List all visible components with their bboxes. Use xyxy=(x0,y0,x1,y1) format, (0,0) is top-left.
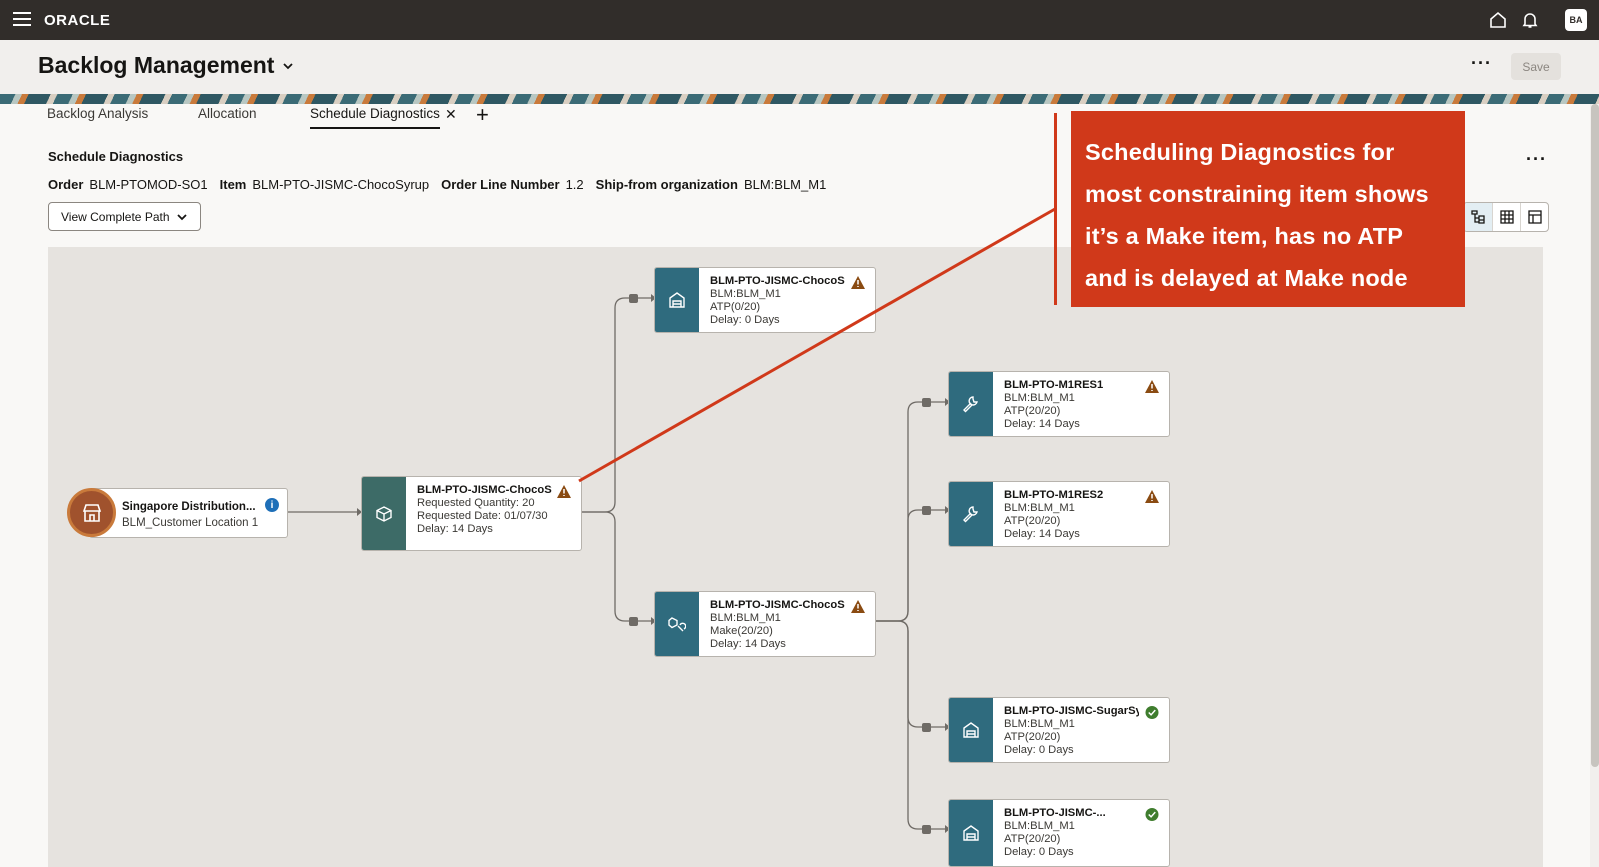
resource-node-2[interactable]: BLM-PTO-M1RES2 BLM:BLM_M1 ATP(20/20) Del… xyxy=(948,481,1170,547)
node-requested-date: Requested Date: 01/07/30 xyxy=(417,510,548,522)
page-more-actions-icon[interactable]: ··· xyxy=(1471,54,1492,72)
view-complete-path-label: View Complete Path xyxy=(61,209,170,224)
warehouse-icon xyxy=(949,800,993,866)
order-line-value: 1.2 xyxy=(565,177,584,192)
warning-icon xyxy=(1145,380,1159,393)
view-toggle-group xyxy=(1463,202,1549,232)
ship-from-org-label: Ship-from organization xyxy=(595,177,738,192)
node-delay: Delay: 0 Days xyxy=(1004,846,1074,858)
callout-bar xyxy=(1054,113,1057,305)
tab-schedule-diagnostics[interactable]: Schedule Diagnostics xyxy=(310,106,440,129)
page-scrollbar[interactable] xyxy=(1591,104,1599,767)
node-org: BLM:BLM_M1 xyxy=(1004,718,1075,730)
node-name: BLM-PTO-M1RES1 xyxy=(1004,379,1104,391)
view-complete-path-select[interactable]: View Complete Path xyxy=(48,202,201,231)
order-details: Order BLM-PTOMOD-SO1 Item BLM-PTO-JISMC-Ch… xyxy=(48,177,826,192)
node-supply: ATP(0/20) xyxy=(710,301,761,313)
node-name: BLM-PTO-M1RES2 xyxy=(1004,489,1104,501)
make-icon xyxy=(655,592,699,656)
node-supply: ATP(20/20) xyxy=(1004,731,1061,743)
warning-icon xyxy=(851,600,865,613)
node-org: BLM:BLM_M1 xyxy=(1004,392,1075,404)
page-title-menu[interactable]: Backlog Management xyxy=(38,52,294,79)
add-tab-icon[interactable]: + xyxy=(476,102,489,128)
top-bar: ORACLE BA xyxy=(0,0,1599,40)
warning-icon xyxy=(1145,490,1159,503)
check-icon xyxy=(1145,808,1159,821)
node-org: BLM:BLM_M1 xyxy=(1004,820,1075,832)
root-item-node[interactable]: BLM-PTO-JISMC-ChocoSyrup Requested Quant… xyxy=(361,476,582,551)
chevron-down-icon xyxy=(283,62,294,69)
section-more-actions-icon[interactable]: ··· xyxy=(1526,150,1547,168)
grid-view-icon[interactable] xyxy=(1520,203,1548,231)
order-label: Order xyxy=(48,177,84,192)
node-name: BLM-PTO-JISMC-... xyxy=(1004,807,1106,819)
node-requested-quantity: Requested Quantity: 20 xyxy=(417,497,535,509)
warehouse-icon xyxy=(655,268,699,332)
wrench-icon xyxy=(949,372,993,436)
home-icon[interactable] xyxy=(1488,10,1508,30)
ship-from-org-value: BLM:BLM_M1 xyxy=(743,177,827,192)
header-banner xyxy=(0,94,1599,104)
check-icon xyxy=(1145,706,1159,719)
notifications-icon[interactable] xyxy=(1520,10,1540,30)
component-node-other[interactable]: BLM-PTO-JISMC-... BLM:BLM_M1 ATP(20/20) … xyxy=(948,799,1170,867)
resource-node-1[interactable]: BLM-PTO-M1RES1 BLM:BLM_M1 ATP(20/20) Del… xyxy=(948,371,1170,437)
page-title: Backlog Management xyxy=(38,52,275,78)
callout-annotation: Scheduling Diagnostics for most constrai… xyxy=(1071,111,1465,307)
component-node-sugar[interactable]: BLM-PTO-JISMC-SugarSyrup BLM:BLM_M1 ATP(… xyxy=(948,697,1170,763)
table-view-icon[interactable] xyxy=(1492,203,1520,231)
node-delay: Delay: 14 Days xyxy=(417,523,493,535)
supply-node-make[interactable]: BLM-PTO-JISMC-ChocoSyrup BLM:BLM_M1 Make… xyxy=(654,591,876,657)
section-title: Schedule Diagnostics xyxy=(48,149,184,164)
oracle-logo[interactable]: ORACLE xyxy=(44,12,110,29)
item-label: Item xyxy=(219,177,247,192)
tab-backlog-analysis[interactable]: Backlog Analysis xyxy=(47,106,148,121)
order-value: BLM-PTOMOD-SO1 xyxy=(89,177,208,192)
warning-icon xyxy=(851,276,865,289)
node-supply: ATP(20/20) xyxy=(1004,405,1061,417)
node-delay: Delay: 0 Days xyxy=(1004,744,1074,756)
node-delay: Delay: 0 Days xyxy=(710,314,780,326)
item-value: BLM-PTO-JISMC-ChocoSyrup xyxy=(252,177,430,192)
customer-name: Singapore Distribution... xyxy=(122,501,256,513)
chevron-down-icon xyxy=(177,213,187,220)
node-delay: Delay: 14 Days xyxy=(1004,418,1080,430)
node-name: BLM-PTO-JISMC-SugarSyrup xyxy=(1004,705,1139,717)
node-delay: Delay: 14 Days xyxy=(710,638,786,650)
save-button[interactable]: Save xyxy=(1511,53,1561,80)
package-icon xyxy=(362,477,406,550)
diagnostics-canvas[interactable] xyxy=(48,247,1543,867)
node-supply: ATP(20/20) xyxy=(1004,833,1061,845)
warning-icon xyxy=(557,485,571,498)
node-supply: ATP(20/20) xyxy=(1004,515,1061,527)
order-line-label: Order Line Number xyxy=(441,177,560,192)
node-name: BLM-PTO-JISMC-ChocoSyrup xyxy=(417,484,552,496)
node-org: BLM:BLM_M1 xyxy=(710,288,781,300)
close-tab-icon[interactable]: ✕ xyxy=(445,106,457,123)
customer-location: BLM_Customer Location 1 xyxy=(122,517,259,529)
wrench-icon xyxy=(949,482,993,546)
user-avatar[interactable]: BA xyxy=(1565,9,1587,31)
node-name: BLM-PTO-JISMC-ChocoSyrup xyxy=(710,275,845,287)
supply-node-atp[interactable]: BLM-PTO-JISMC-ChocoSyrup BLM:BLM_M1 ATP(… xyxy=(654,267,876,333)
warehouse-icon xyxy=(949,698,993,762)
node-supply: Make(20/20) xyxy=(710,625,773,637)
node-org: BLM:BLM_M1 xyxy=(710,612,781,624)
store-icon[interactable] xyxy=(67,488,116,537)
node-org: BLM:BLM_M1 xyxy=(1004,502,1075,514)
node-delay: Delay: 14 Days xyxy=(1004,528,1080,540)
menu-icon[interactable] xyxy=(13,12,31,28)
tab-allocation[interactable]: Allocation xyxy=(198,106,257,121)
tree-view-icon[interactable] xyxy=(1464,203,1492,231)
info-icon[interactable]: i xyxy=(265,498,279,512)
customer-node[interactable]: Singapore Distribution... BLM_Customer L… xyxy=(89,488,288,538)
node-name: BLM-PTO-JISMC-ChocoSyrup xyxy=(710,599,845,611)
